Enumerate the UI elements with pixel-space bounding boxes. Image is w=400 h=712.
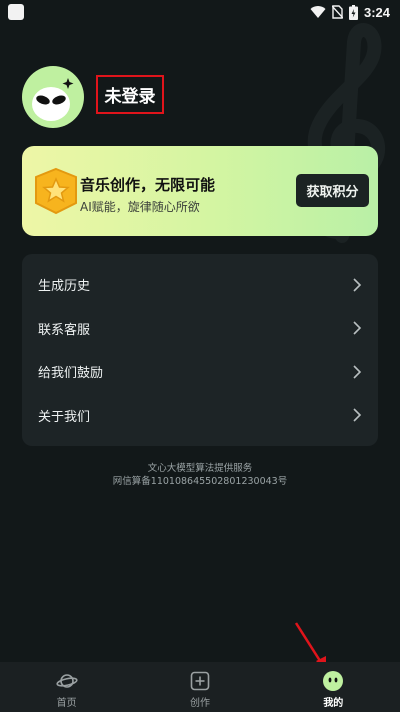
tab-label: 创作 bbox=[189, 698, 210, 709]
menu-item-encourage-us[interactable]: 给我们鼓励 bbox=[22, 350, 378, 394]
face-icon bbox=[323, 671, 344, 691]
login-status-label: 未登录 bbox=[104, 87, 156, 107]
promo-title: 音乐创作，无限可能 bbox=[80, 176, 216, 194]
battery-charging-icon bbox=[348, 4, 358, 20]
notification-icon bbox=[8, 4, 24, 20]
star-coin-icon bbox=[35, 167, 77, 215]
bottom-tab-bar: 首页 创作 我的 bbox=[0, 662, 400, 712]
status-time: 3:24 bbox=[363, 4, 390, 20]
footer-notice: 文心大模型算法提供服务 网信算备110108645502801230043号 bbox=[0, 462, 400, 488]
menu-item-contact-support[interactable]: 联系客服 bbox=[22, 307, 378, 351]
chevron-right-icon bbox=[353, 408, 362, 422]
avatar[interactable] bbox=[22, 66, 84, 128]
menu-item-label: 生成历史 bbox=[38, 279, 91, 295]
no-sim-icon bbox=[331, 5, 343, 19]
chevron-right-icon bbox=[353, 365, 362, 379]
tab-label: 首页 bbox=[56, 698, 77, 709]
settings-menu: 生成历史 联系客服 给我们鼓励 关于我们 bbox=[22, 254, 378, 446]
tab-home[interactable]: 首页 bbox=[0, 662, 133, 712]
chevron-right-icon bbox=[353, 321, 362, 335]
footer-line-registration: 网信算备110108645502801230043号 bbox=[112, 476, 288, 487]
tab-label: 我的 bbox=[323, 698, 344, 709]
menu-item-about-us[interactable]: 关于我们 bbox=[22, 394, 378, 438]
status-bar: 3:24 bbox=[0, 0, 400, 24]
get-points-button[interactable]: 获取积分 bbox=[296, 174, 369, 207]
tab-mine[interactable]: 我的 bbox=[267, 662, 400, 712]
menu-item-label: 关于我们 bbox=[38, 409, 91, 425]
tab-create[interactable]: 创作 bbox=[133, 662, 266, 712]
alien-face-icon bbox=[32, 78, 74, 121]
wifi-icon bbox=[310, 6, 326, 19]
footer-line-algorithm: 文心大模型算法提供服务 bbox=[147, 463, 253, 474]
chevron-right-icon bbox=[353, 278, 362, 292]
planet-icon bbox=[56, 674, 78, 688]
menu-item-label: 联系客服 bbox=[38, 322, 91, 338]
promo-card[interactable]: 音乐创作，无限可能 AI赋能，旋律随心所欲 获取积分 bbox=[22, 146, 378, 236]
promo-subtitle: AI赋能，旋律随心所欲 bbox=[80, 200, 200, 214]
login-button[interactable]: 未登录 bbox=[96, 75, 164, 114]
menu-item-label: 给我们鼓励 bbox=[38, 366, 104, 382]
plus-square-icon bbox=[190, 671, 210, 691]
menu-item-history[interactable]: 生成历史 bbox=[22, 263, 378, 307]
